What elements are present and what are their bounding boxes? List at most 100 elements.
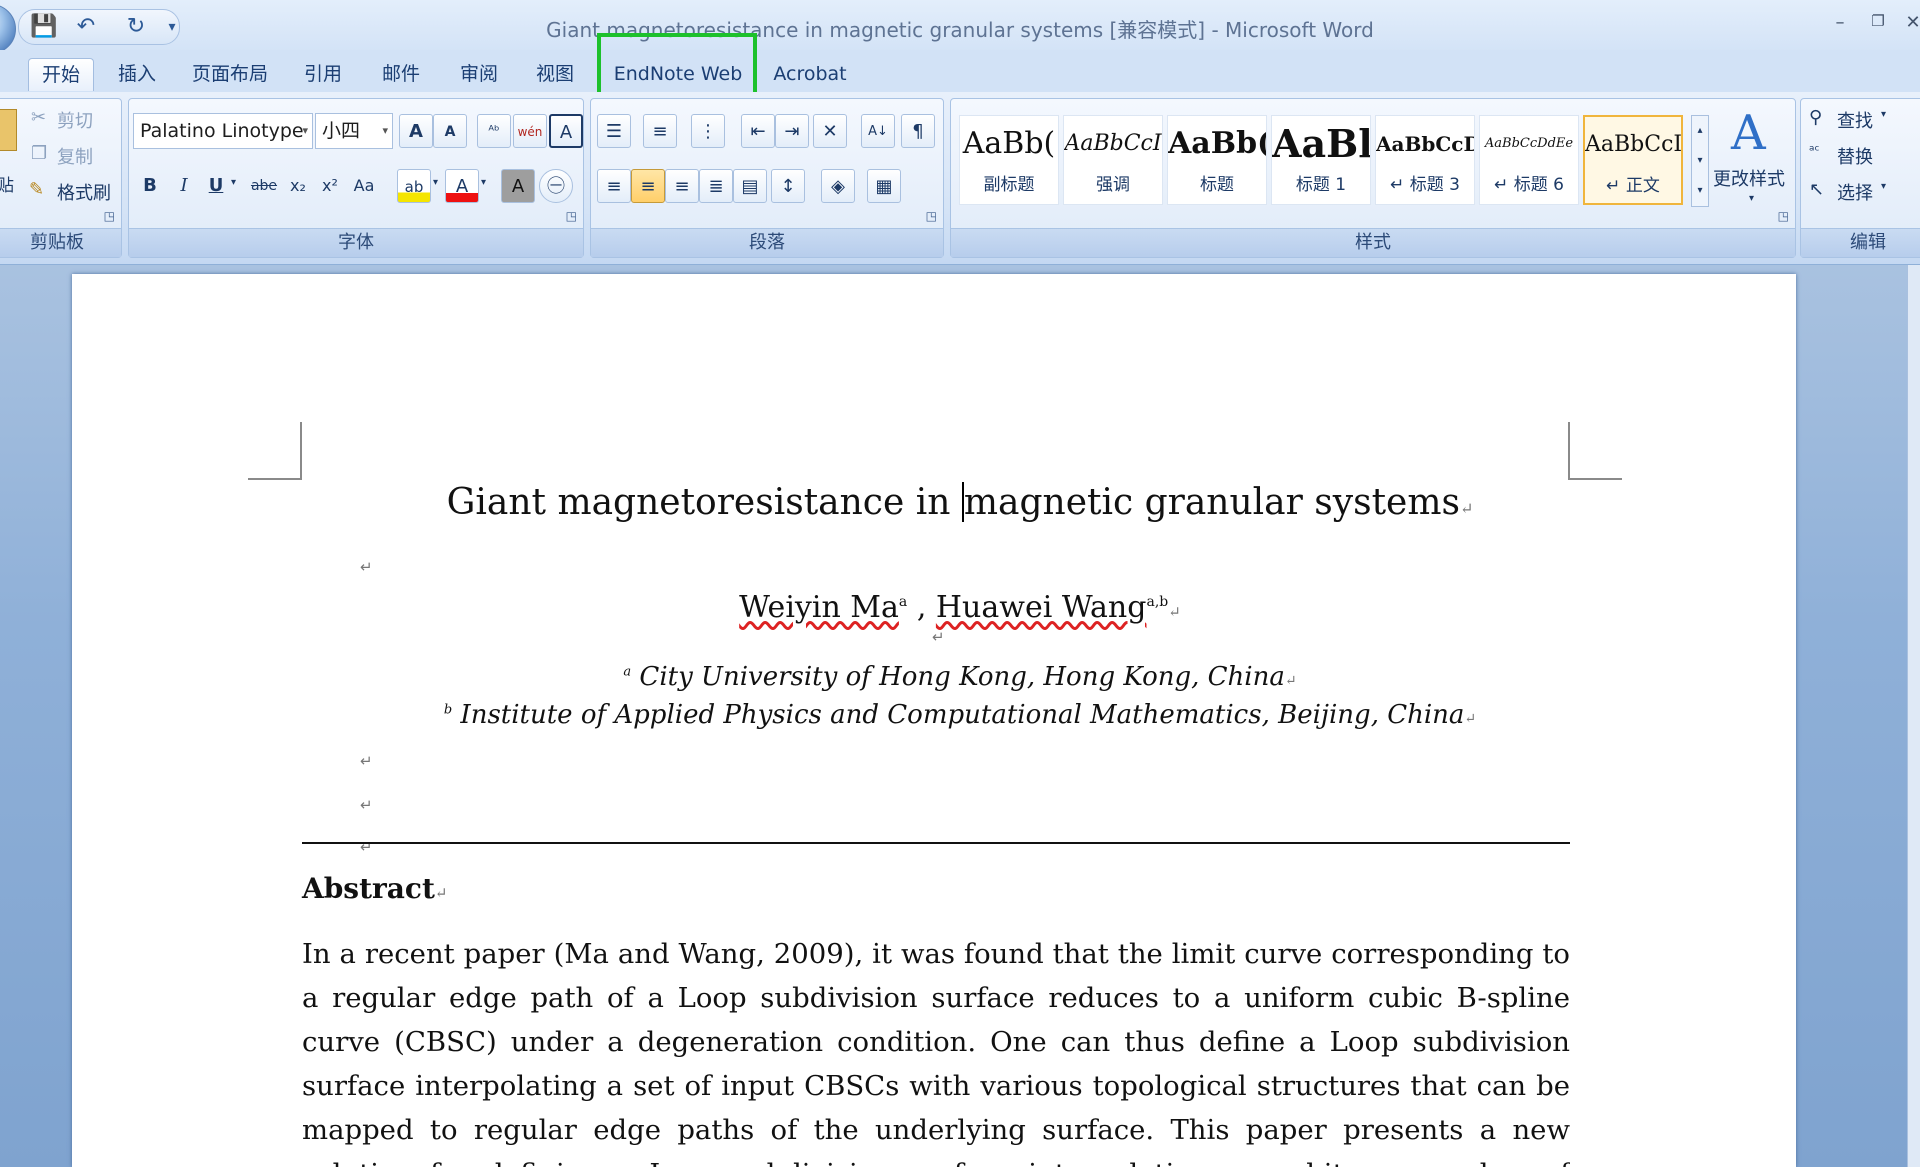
minimize-button[interactable]: – [1825,12,1855,33]
paste-icon[interactable] [0,109,17,151]
bullets-icon[interactable]: ☰ [597,114,631,148]
change-case-button[interactable]: Aa [347,169,381,203]
superscript-button[interactable]: x² [313,169,347,203]
close-button[interactable]: ✕ [1898,12,1920,33]
abstract-text: In a recent paper (Ma and Wang, 2009), i… [302,938,1570,1167]
author-name: Weiyin Ma [739,590,899,625]
line-spacing-icon[interactable]: ↕ [771,169,805,203]
distribute-icon[interactable]: ▤ [733,169,767,203]
replace-icon: ᵃᶜ [1809,143,1820,159]
horizontal-rule [302,842,1570,844]
tab-view[interactable]: 视图 [528,58,582,90]
find-icon: ⚲ [1809,107,1823,128]
affiliation-text: Institute of Applied Physics and Computa… [460,700,1465,730]
borders-icon[interactable]: ▦ [867,169,901,203]
tab-references[interactable]: 引用 [296,58,350,90]
styles-launcher-icon[interactable]: ◳ [1778,209,1789,223]
multilevel-list-icon[interactable]: ⋮ [691,114,725,148]
abstract-heading: Abstract↵ [302,872,448,905]
tab-insert[interactable]: 插入 [110,58,164,90]
shrink-font-icon[interactable]: A [433,114,467,148]
char-border-icon[interactable]: A [549,114,583,148]
tab-home[interactable]: 开始 [28,58,94,91]
underline-button[interactable]: U [199,169,233,203]
paragraph-group-label: 段落 [591,228,943,257]
format-painter-icon: ✎ [29,179,45,200]
select-dropdown-icon[interactable]: ▾ [1881,181,1886,192]
paste-label[interactable]: 贴 [0,171,14,196]
show-formatting-icon[interactable]: ¶ [901,114,935,148]
copy-button[interactable]: 复制 [57,143,93,169]
highlight-color-button[interactable]: ab [397,169,431,203]
tab-page-layout[interactable]: 页面布局 [190,58,270,90]
styles-group: AaBb( 副标题 AaBbCcI 强调 AaBb( 标题 AaBl 标题 1 … [950,98,1796,258]
find-button[interactable]: 查找 [1837,107,1873,133]
copy-icon: ❐ [31,143,48,164]
find-dropdown-icon[interactable]: ▾ [1881,109,1886,120]
change-styles-button[interactable]: 更改样式 [1713,165,1785,191]
tab-acrobat[interactable]: Acrobat [770,58,850,90]
phonetic-guide-icon[interactable]: wén [513,114,547,148]
paragraph-group: ☰ ≡ ⋮ ⇤ ⇥ ✕ A↓ ¶ ≡ ≡ ≡ ≣ ▤ ↕ ◈ ▦ 段落 ◳ [590,98,944,258]
strikethrough-button[interactable]: abe [247,169,281,203]
author-line: Weiyin Maa , Huawei Wanga,b↵ [0,590,1920,625]
font-size-select[interactable]: 小四 ▾ [315,113,393,149]
crop-mark-left [248,422,302,480]
style-heading-6[interactable]: AaBbCcDdEe ↵ 标题 6 [1479,115,1579,205]
sort-icon[interactable]: A↓ [861,114,895,148]
clear-format-icon[interactable]: ᴬᵇ [477,114,511,148]
select-button[interactable]: 选择 [1837,179,1873,205]
numbering-icon[interactable]: ≡ [643,114,677,148]
crop-mark-right [1568,422,1622,480]
paragraph-mark: ↵ [1464,711,1477,727]
highlight-dropdown-icon[interactable]: ▾ [433,177,438,188]
shading-icon[interactable]: ◈ [821,169,855,203]
paragraph-mark: ↵ [360,796,373,814]
enclose-char-button[interactable]: ㊀ [539,169,573,203]
align-left-icon[interactable]: ≡ [597,169,631,203]
align-right-icon[interactable]: ≡ [665,169,699,203]
change-styles-dropdown-icon[interactable]: ▾ [1749,193,1754,204]
clipboard-launcher-icon[interactable]: ◳ [104,209,115,223]
char-shading-button[interactable]: A [501,169,535,203]
styles-group-label: 样式 [951,228,1795,257]
scissors-icon: ✂ [31,107,47,128]
tab-review[interactable]: 审阅 [452,58,506,90]
restore-button[interactable]: ❐ [1863,12,1893,30]
justify-icon[interactable]: ≣ [699,169,733,203]
font-color-dropdown-icon[interactable]: ▾ [481,177,486,188]
increase-indent-icon[interactable]: ⇥ [775,114,809,148]
paragraph-mark: ↵ [932,628,945,646]
paragraph-mark: ↵ [434,884,448,902]
font-color-button[interactable]: A [445,169,479,203]
window-title: Giant magnetoresistance in magnetic gran… [546,18,1374,42]
decrease-indent-icon[interactable]: ⇤ [741,114,775,148]
paragraph-launcher-icon[interactable]: ◳ [926,209,937,223]
tab-mailings[interactable]: 邮件 [374,58,428,90]
format-painter-button[interactable]: 格式刷 [57,179,111,205]
align-center-icon[interactable]: ≡ [631,169,665,203]
paragraph-mark: ↵ [360,558,373,576]
italic-button[interactable]: I [167,169,201,203]
styles-scroll[interactable]: ▴ ▾ ▾ [1691,115,1709,207]
subscript-button[interactable]: x₂ [281,169,315,203]
font-launcher-icon[interactable]: ◳ [566,209,577,223]
style-emphasis[interactable]: AaBbCcI 强调 [1063,115,1163,205]
style-heading-3[interactable]: AaBbCcD ↵ 标题 3 [1375,115,1475,205]
style-heading-1[interactable]: AaBl 标题 1 [1271,115,1371,205]
cut-button[interactable]: 剪切 [57,107,93,133]
replace-button[interactable]: 替换 [1837,143,1873,169]
paragraph-mark: ↵ [360,752,373,770]
style-title[interactable]: AaBb( 标题 [1167,115,1267,205]
change-styles-icon[interactable]: A [1731,105,1766,161]
grow-font-icon[interactable]: A [399,114,433,148]
font-name-select[interactable]: Palatino Linotype ▾ [133,113,313,149]
chinese-layout-icon[interactable]: ✕ [813,114,847,148]
paragraph-mark: ↵ [1284,673,1297,689]
select-arrow-icon: ↖ [1809,179,1825,200]
style-subtitle[interactable]: AaBb( 副标题 [959,115,1059,205]
style-normal[interactable]: AaBbCcI ↵ 正文 [1583,115,1683,205]
editing-group-label: 编辑 [1801,228,1920,257]
underline-dropdown-icon[interactable]: ▾ [231,177,236,188]
bold-button[interactable]: B [133,169,167,203]
